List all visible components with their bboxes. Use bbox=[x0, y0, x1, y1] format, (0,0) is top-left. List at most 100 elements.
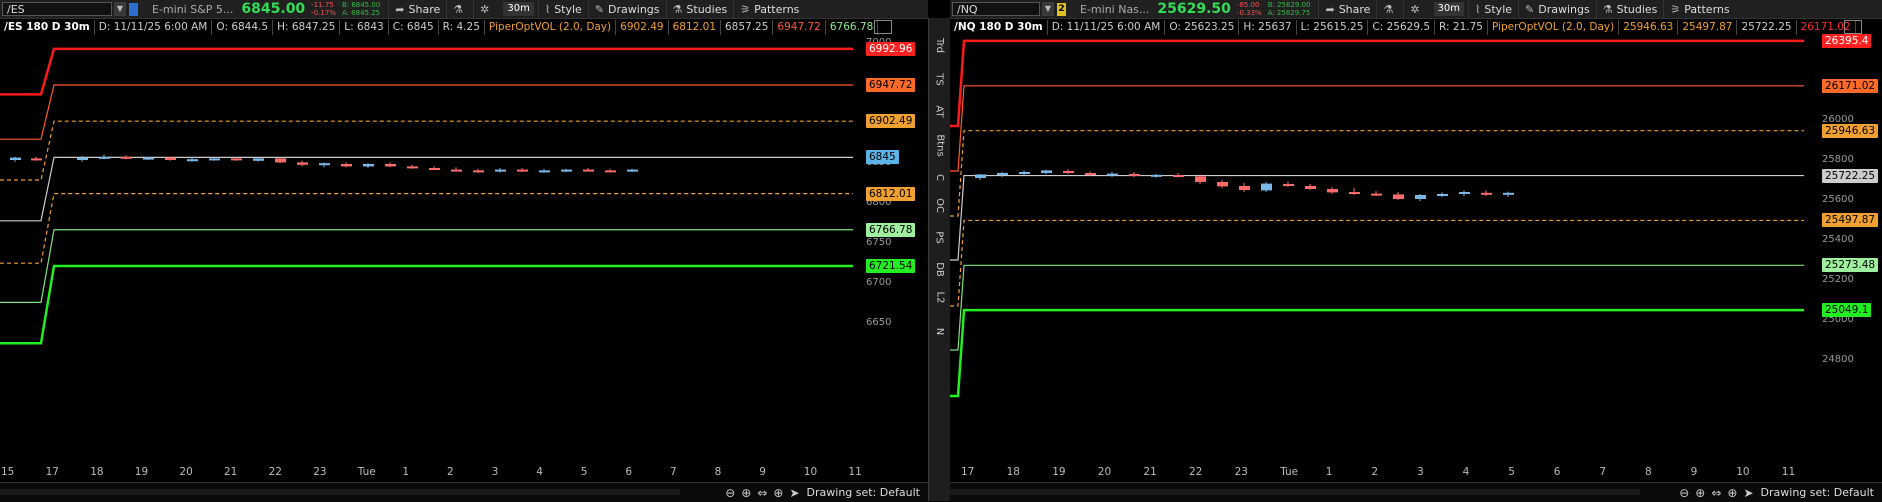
y-axis-label: 25200 bbox=[1822, 274, 1854, 285]
x-axis-label: 10 bbox=[1736, 466, 1750, 478]
x-axis-label: 1 bbox=[402, 466, 410, 478]
y-axis-label: 25400 bbox=[1822, 234, 1854, 245]
candle-body bbox=[121, 156, 132, 159]
pan-icon[interactable]: ⇔ bbox=[757, 486, 767, 500]
sidebar-tab-n[interactable]: N bbox=[929, 326, 950, 337]
red-level-line bbox=[950, 39, 1804, 128]
price-tag-mid: 25722.25 bbox=[1822, 168, 1879, 183]
price-tag-orange-high: 6947.72 bbox=[866, 78, 916, 93]
left-bottom-bar: ⊖ ⊕ ⇔ ⊕ ➤ Drawing set: Default bbox=[0, 482, 928, 502]
candle-body bbox=[1437, 194, 1448, 196]
y-axis-label: 25800 bbox=[1822, 154, 1854, 165]
right-chart-canvas[interactable] bbox=[950, 0, 1882, 501]
sidebar-tab-c[interactable]: C bbox=[929, 172, 950, 183]
x-axis-label: 21 bbox=[224, 466, 238, 478]
horizontal-scrollbar[interactable] bbox=[950, 489, 1640, 495]
bright-green-level-line bbox=[0, 264, 853, 345]
x-axis-label: 20 bbox=[1097, 466, 1112, 478]
x-axis-label: 4 bbox=[536, 466, 543, 478]
sidebar-tab-label: DB bbox=[934, 262, 945, 277]
x-axis-label: 22 bbox=[1189, 466, 1203, 478]
candle-body bbox=[561, 169, 572, 172]
bright-green-level-line bbox=[950, 308, 1804, 398]
sidebar-tab-oc[interactable]: OC bbox=[929, 198, 950, 213]
candle-body bbox=[605, 170, 616, 173]
y-axis-label: 25600 bbox=[1822, 194, 1854, 205]
cursor-icon[interactable]: ➤ bbox=[789, 486, 799, 500]
candle-body bbox=[1415, 195, 1426, 199]
zoom-in-icon[interactable]: ⊕ bbox=[741, 486, 751, 500]
zoom-in-icon[interactable]: ⊕ bbox=[1695, 486, 1705, 500]
right-sidebar-tabs: Trd TS AT Btns C OC PS DB L2 N bbox=[928, 18, 951, 501]
drawing-set-label[interactable]: Drawing set: Default bbox=[807, 486, 920, 499]
sidebar-tab-l2[interactable]: L2 bbox=[929, 291, 950, 304]
x-axis-label: 5 bbox=[1508, 466, 1515, 478]
candle-body bbox=[1085, 173, 1096, 175]
candle-body bbox=[297, 162, 308, 165]
crosshair-icon[interactable]: ⊕ bbox=[1727, 486, 1737, 500]
price-tag-dash-low: 6812.01 bbox=[866, 186, 916, 201]
price-tag-green-low: 6766.78 bbox=[866, 222, 916, 237]
x-axis-label: 7 bbox=[670, 466, 677, 478]
y-axis-label: 6700 bbox=[866, 277, 892, 289]
sidebar-tab-label: C bbox=[933, 174, 945, 181]
x-axis-label: 18 bbox=[1006, 466, 1020, 478]
x-axis-label: 17 bbox=[961, 466, 975, 478]
y-axis-label: 6750 bbox=[866, 237, 892, 249]
crosshair-icon[interactable]: ⊕ bbox=[773, 486, 783, 500]
x-axis-label: 9 bbox=[759, 466, 766, 478]
candle-body bbox=[275, 158, 286, 163]
candle-body bbox=[539, 170, 550, 173]
x-axis-label: 11 bbox=[848, 466, 862, 478]
horizontal-scrollbar[interactable] bbox=[0, 489, 680, 495]
dash-high-line bbox=[950, 130, 1804, 217]
candle-body bbox=[1327, 189, 1338, 193]
sidebar-tab-at[interactable]: AT bbox=[929, 105, 950, 117]
sidebar-tab-trd[interactable]: Trd bbox=[929, 38, 950, 53]
candle-body bbox=[1239, 186, 1250, 190]
x-axis-label: 19 bbox=[134, 466, 149, 478]
drawing-set-label[interactable]: Drawing set: Default bbox=[1761, 486, 1874, 499]
candle-body bbox=[341, 164, 352, 167]
sidebar-tab-ts[interactable]: TS bbox=[929, 73, 950, 85]
candle-body bbox=[1041, 170, 1052, 173]
candle-body bbox=[10, 157, 21, 160]
candle-body bbox=[517, 169, 528, 172]
red-level-line bbox=[0, 47, 853, 96]
x-axis-label: Tue bbox=[357, 466, 376, 478]
x-axis-label: 21 bbox=[1143, 466, 1157, 478]
sidebar-tab-db[interactable]: DB bbox=[929, 262, 950, 277]
candle-body bbox=[407, 166, 418, 169]
x-axis-label: 15 bbox=[1, 466, 15, 478]
candle-body bbox=[429, 168, 440, 170]
candle-body bbox=[1371, 193, 1382, 196]
price-tag-red-high: 26395.4 bbox=[1822, 33, 1872, 48]
sidebar-tab-btns[interactable]: Btns bbox=[929, 134, 950, 156]
x-axis-label: 3 bbox=[491, 466, 499, 478]
left-chart-canvas[interactable] bbox=[0, 0, 928, 501]
candle-body bbox=[319, 163, 330, 166]
sidebar-tab-ps[interactable]: PS bbox=[929, 231, 950, 243]
cursor-icon[interactable]: ➤ bbox=[1743, 486, 1753, 500]
price-tag-red-high: 6992.96 bbox=[866, 41, 916, 56]
candle-body bbox=[231, 158, 242, 161]
right-chart-pane: /NQ ▼ 2 E-mini Nas... 25629.50 -85.00 -0.… bbox=[950, 0, 1882, 502]
candle-body bbox=[997, 173, 1008, 175]
candle-body bbox=[1349, 192, 1360, 194]
dash-high-line bbox=[0, 120, 853, 181]
x-axis-label: 8 bbox=[1645, 466, 1652, 478]
pan-icon[interactable]: ⇔ bbox=[1711, 486, 1721, 500]
x-axis-label: 17 bbox=[45, 466, 59, 478]
x-axis-label: 20 bbox=[179, 466, 193, 478]
mid-level-line bbox=[950, 174, 1804, 261]
candle-body bbox=[1151, 174, 1162, 177]
zoom-out-icon[interactable]: ⊖ bbox=[1679, 486, 1689, 500]
sidebar-tab-label: L2 bbox=[934, 291, 945, 304]
x-axis-label: 2 bbox=[1371, 466, 1379, 478]
zoom-out-icon[interactable]: ⊖ bbox=[725, 486, 735, 500]
candle-body bbox=[451, 169, 462, 172]
candle-body bbox=[1393, 194, 1404, 199]
candle-body bbox=[187, 159, 198, 162]
candle-body bbox=[1261, 183, 1272, 191]
candle-body bbox=[473, 170, 484, 173]
